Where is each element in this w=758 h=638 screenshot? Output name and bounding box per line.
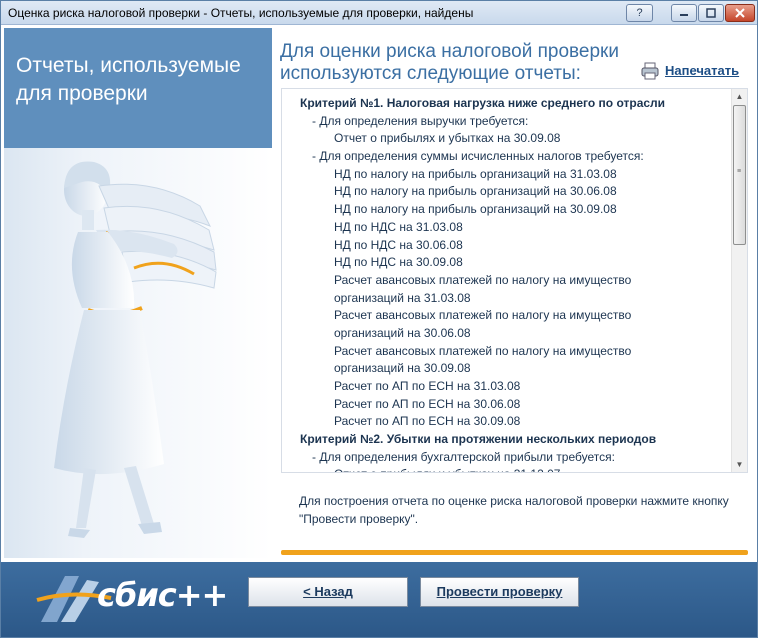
report-item: НД по налогу на прибыль организаций на 3… — [334, 166, 617, 181]
report-item: НД по НДС на 31.03.08 — [334, 219, 463, 234]
report-item: Расчет авансовых платежей по налогу на и… — [334, 343, 632, 358]
reports-list[interactable]: Критерий №1. Налоговая нагрузка ниже сре… — [281, 88, 748, 473]
window-title: Оценка риска налоговой проверки - Отчеты… — [8, 6, 474, 20]
report-item: Расчет авансовых платежей по налогу на и… — [334, 308, 632, 323]
title-bar[interactable]: Оценка риска налоговой проверки - Отчеты… — [1, 1, 757, 25]
requirement-line: - Для определения бухгалтерской прибыли … — [312, 449, 615, 464]
woman-illustration — [4, 148, 272, 558]
report-item: Расчет авансовых платежей по налогу на и… — [334, 272, 632, 287]
footnote-text: Для построения отчета по оценке риска на… — [299, 494, 729, 526]
report-item: Отчет о прибылях и убытках на 30.09.08 — [334, 131, 561, 146]
orange-divider — [281, 550, 748, 555]
bottom-bar: сбис++ < Назад Провести проверку — [1, 562, 757, 637]
back-button[interactable]: < Назад — [248, 577, 408, 607]
back-button-label: < Назад — [303, 584, 353, 599]
scroll-down-icon[interactable]: ▼ — [732, 457, 747, 472]
requirement-line: - Для определения выручки требуется: — [312, 113, 529, 128]
report-item: организаций на 31.03.08 — [334, 290, 471, 305]
vertical-scrollbar[interactable]: ▲ ≡ ▼ — [731, 89, 747, 472]
criterion-heading: Критерий №1. Налоговая нагрузка ниже сре… — [300, 96, 666, 110]
left-panel-title: Отчеты, используемые для проверки — [16, 54, 241, 105]
printer-icon — [641, 62, 659, 80]
report-item: организаций на 30.06.08 — [334, 325, 471, 340]
page-heading: Для оценки риска налоговой проверки испо… — [280, 41, 619, 84]
maximize-button[interactable] — [698, 4, 724, 22]
app-window: Оценка риска налоговой проверки - Отчеты… — [0, 0, 758, 638]
report-item: Расчет по АП по ЕСН на 31.03.08 — [334, 379, 521, 393]
minimize-icon — [680, 14, 688, 16]
grip-icon: ≡ — [737, 168, 742, 175]
help-button[interactable]: ? — [626, 4, 653, 22]
report-item: Отчет о прибылях и убытках на 31.12.07 — [300, 466, 730, 472]
logo-text: сбис++ — [97, 576, 228, 614]
criterion-heading: Критерий №2. Убытки на протяжении нескол… — [300, 432, 657, 447]
print-label[interactable]: Напечатать — [665, 63, 739, 78]
report-item: Расчет по АП по ЕСН на 30.09.08 — [334, 414, 521, 429]
close-icon — [735, 8, 745, 18]
minimize-button[interactable] — [671, 4, 697, 22]
scroll-up-icon[interactable]: ▲ — [732, 89, 747, 104]
left-panel-header: Отчеты, используемые для проверки — [4, 28, 272, 148]
report-item: НД по налогу на прибыль организаций на 3… — [334, 202, 617, 217]
report-item: НД по НДС на 30.09.08 — [334, 255, 463, 270]
report-item: Расчет по АП по ЕСН на 30.06.08 — [334, 396, 521, 411]
maximize-icon — [706, 8, 716, 18]
report-item: НД по налогу на прибыль организаций на 3… — [334, 184, 617, 199]
report-item: НД по НДС на 30.06.08 — [334, 237, 463, 252]
run-check-label: Провести проверку — [436, 584, 563, 599]
requirement-line: - Для определения суммы исчисленных нало… — [312, 149, 644, 164]
reports-list-content: Критерий №1. Налоговая нагрузка ниже сре… — [300, 95, 730, 472]
report-item: организаций на 30.09.08 — [334, 361, 471, 376]
run-check-button[interactable]: Провести проверку — [420, 577, 579, 607]
woman-with-documents-icon — [54, 161, 217, 538]
scrollbar-thumb[interactable]: ≡ — [733, 105, 746, 245]
close-button[interactable] — [725, 4, 755, 22]
